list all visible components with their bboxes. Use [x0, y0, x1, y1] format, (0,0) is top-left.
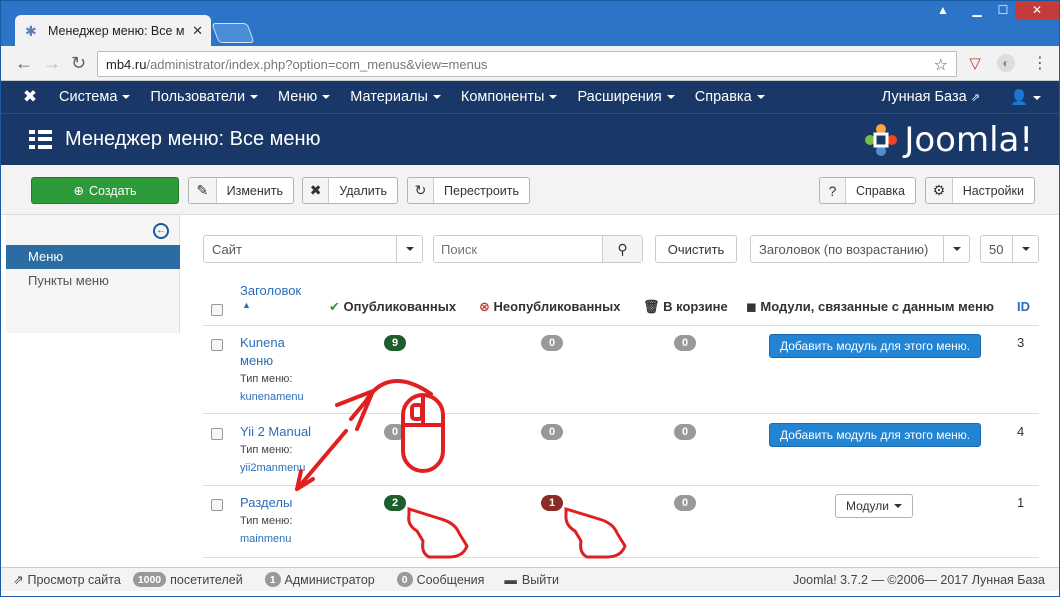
messages-count-badge: 0: [396, 572, 413, 587]
annotation-overlay: [295, 379, 627, 559]
pointing-hand-icon: [564, 506, 627, 559]
logout-link[interactable]: ▬ Выйти: [504, 573, 559, 587]
admins-status[interactable]: 1 Администратор: [264, 572, 375, 587]
mouse-icon: [401, 393, 445, 473]
messages-status[interactable]: 0 Сообщения: [396, 572, 484, 587]
admins-count-badge: 1: [264, 572, 281, 587]
status-bar: ⇗ Просмотр сайта 1000 посетителей 1 Админис…: [1, 567, 1059, 591]
visitors-count-badge: 1000: [132, 572, 167, 587]
minus-icon: ▬: [504, 572, 517, 587]
copyright-text: Joomla! 3.7.2 — ©2006— 2017 Лунная База: [792, 572, 1045, 587]
browser-window: ✱ Менеджер меню: Все м ✕ ▲ ▁ ☐ ✕ ← → ↻ m…: [0, 0, 1060, 597]
external-link-icon: ⇗: [13, 573, 24, 587]
view-site-link[interactable]: ⇗ Просмотр сайта: [13, 572, 121, 588]
pointing-hand-icon: [407, 506, 469, 559]
visitors-status[interactable]: 1000 посетителей: [132, 572, 243, 587]
